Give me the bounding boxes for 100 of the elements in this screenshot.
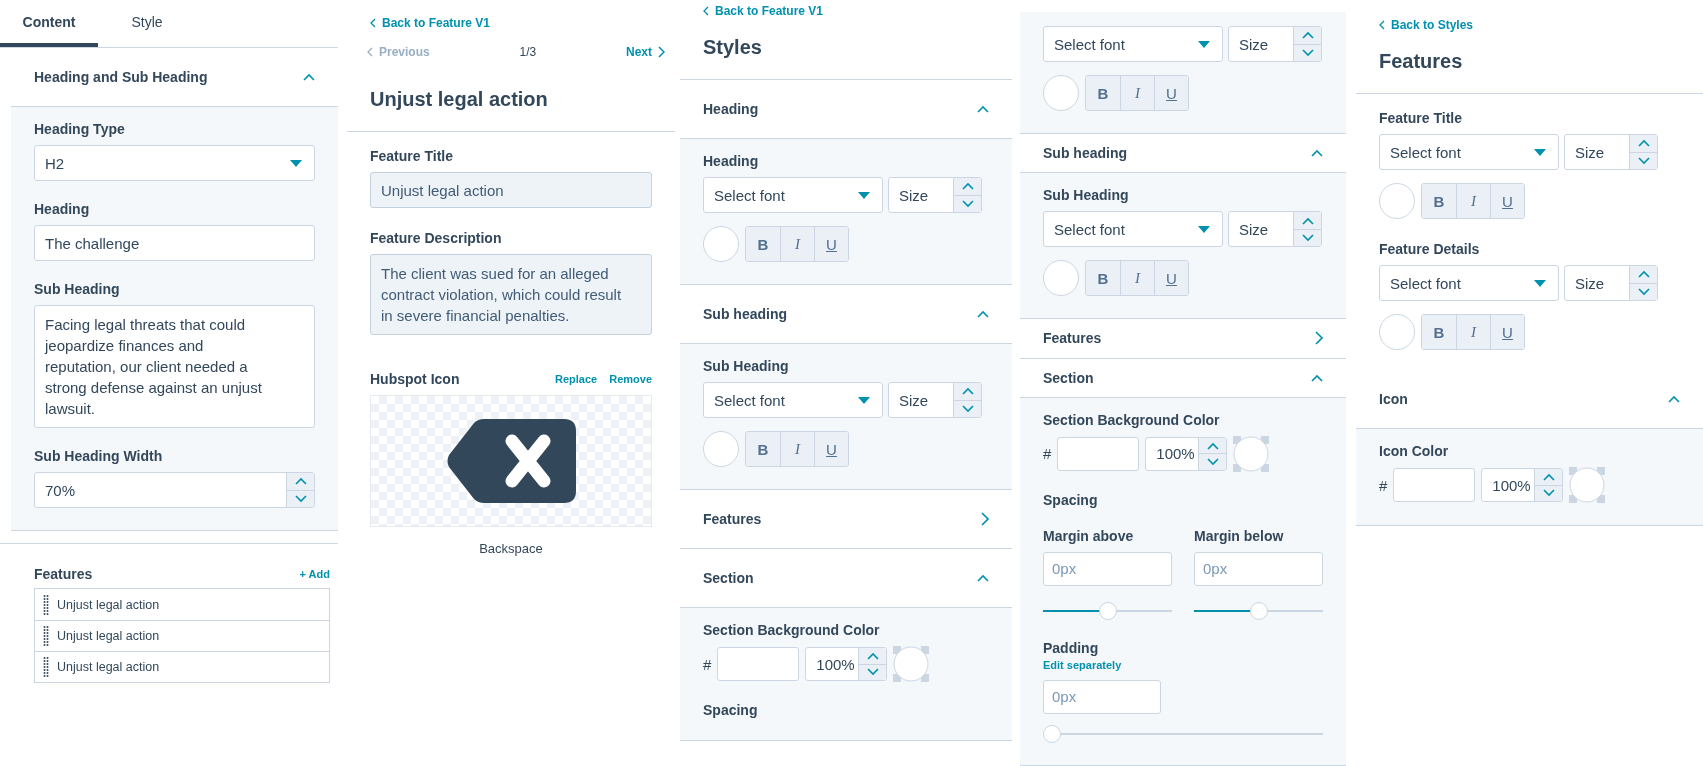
padding-field[interactable]: 0px: [1043, 680, 1161, 714]
chevron-up-icon: [294, 477, 307, 486]
font-dropdown[interactable]: Select font: [703, 382, 883, 418]
size-field[interactable]: Size: [888, 382, 982, 418]
caret-icon: [1534, 279, 1546, 287]
underline-button[interactable]: U: [1154, 261, 1188, 296]
field-label: Icon Color: [1379, 443, 1450, 459]
chevron-down-icon: [1206, 458, 1219, 467]
color-swatch[interactable]: [1569, 467, 1606, 503]
field-label: Heading: [703, 153, 760, 169]
size-field[interactable]: Size: [1228, 26, 1322, 62]
field-label: Features: [34, 566, 93, 582]
increment-button[interactable]: [954, 383, 981, 400]
chevron-up-icon: [1668, 395, 1680, 403]
action-link[interactable]: Replace: [555, 373, 598, 385]
chevron-down-icon: [1301, 48, 1314, 57]
increment-button[interactable]: [859, 648, 887, 664]
underline-button[interactable]: U: [814, 227, 848, 261]
caret-icon: [290, 159, 302, 167]
underline-button[interactable]: U: [814, 432, 848, 466]
font-dropdown[interactable]: Select font: [1379, 134, 1559, 170]
action-link[interactable]: Remove: [609, 373, 652, 385]
italic-button[interactable]: I: [1120, 261, 1154, 296]
next-button[interactable]: Next: [626, 45, 665, 59]
field-label: Sub Heading Width: [34, 448, 164, 464]
increment-button[interactable]: [1535, 469, 1563, 485]
caret-icon: [1198, 225, 1210, 233]
chevron-up-icon: [866, 651, 879, 660]
color-swatch[interactable]: [1379, 183, 1415, 219]
margin-field[interactable]: 0px: [1043, 552, 1172, 586]
field-label: Sub Heading: [1043, 187, 1130, 204]
italic-button[interactable]: I: [780, 432, 814, 466]
underline-button[interactable]: U: [1490, 184, 1524, 218]
font-dropdown[interactable]: Select font: [703, 177, 883, 213]
increment-button[interactable]: [1630, 266, 1657, 283]
chevron-up-icon: [303, 73, 315, 81]
italic-button[interactable]: I: [1456, 184, 1490, 218]
underline-button[interactable]: U: [1154, 76, 1188, 110]
font-dropdown[interactable]: Select font: [1379, 265, 1559, 301]
margin-field[interactable]: 0px: [1194, 552, 1323, 586]
tab[interactable]: Style: [98, 0, 196, 47]
icon-name: Backspace: [478, 541, 544, 556]
hex-field[interactable]: [1393, 468, 1476, 502]
opacity-field[interactable]: 100%: [805, 647, 888, 681]
chevron-left-icon: [1379, 20, 1385, 30]
chevron-left-icon: [367, 47, 373, 57]
color-swatch[interactable]: [1043, 260, 1079, 297]
back-link[interactable]: Back to Feature V1: [715, 4, 824, 18]
bold-button[interactable]: B: [1086, 261, 1120, 296]
size-field[interactable]: Size: [1564, 265, 1658, 301]
opacity-field[interactable]: 100%: [1481, 468, 1564, 502]
bold-button[interactable]: B: [1422, 315, 1456, 349]
underline-button[interactable]: U: [1490, 315, 1524, 349]
field-label: Margin above: [1043, 528, 1135, 544]
drag-handle-icon: [43, 656, 49, 678]
color-swatch[interactable]: [703, 431, 739, 467]
text-area[interactable]: Facing legal threats that could jeopardize finances and reputation, our client needed a strong defense against an unjust lawsuit.: [34, 305, 315, 428]
panel-title: Features: [1356, 34, 1703, 94]
opacity-field[interactable]: 100%: [1145, 437, 1228, 471]
font-dropdown[interactable]: Select font: [1043, 211, 1223, 248]
decrement-button[interactable]: [1199, 453, 1227, 470]
slider-thumb[interactable]: [1098, 602, 1117, 620]
italic-button[interactable]: I: [780, 227, 814, 261]
back-link[interactable]: Back to Feature V1: [382, 16, 491, 30]
color-swatch[interactable]: [703, 226, 739, 262]
color-swatch[interactable]: [893, 646, 930, 682]
size-field[interactable]: Size: [888, 177, 982, 213]
color-swatch[interactable]: [1379, 314, 1415, 350]
italic-button[interactable]: I: [1120, 76, 1154, 110]
field-label: Sub Heading: [34, 281, 121, 297]
chevron-up-icon: [1542, 472, 1555, 481]
number-field[interactable]: 70%: [34, 472, 315, 508]
caret-icon: [858, 396, 870, 404]
increment-button[interactable]: [1294, 212, 1321, 229]
size-field[interactable]: Size: [1564, 134, 1658, 170]
field-label: Feature Details: [1379, 241, 1481, 257]
back-link[interactable]: Back to Styles: [1391, 18, 1474, 32]
bold-button[interactable]: B: [1086, 76, 1120, 110]
bold-button[interactable]: B: [746, 432, 780, 466]
increment-button[interactable]: [1294, 27, 1321, 44]
color-swatch[interactable]: [1043, 75, 1079, 111]
add-link[interactable]: + Add: [299, 568, 330, 580]
increment-button[interactable]: [954, 178, 981, 195]
size-field[interactable]: Size: [1228, 211, 1322, 248]
bold-button[interactable]: B: [746, 227, 780, 261]
color-swatch[interactable]: [1233, 436, 1270, 472]
slider-thumb[interactable]: [1043, 725, 1061, 743]
hex-field[interactable]: [717, 647, 800, 681]
dropdown[interactable]: H2: [34, 145, 315, 181]
slider-thumb[interactable]: [1249, 602, 1268, 620]
increment-button[interactable]: [287, 473, 314, 490]
font-dropdown[interactable]: Select font: [1043, 26, 1223, 62]
chevron-up-icon: [1637, 270, 1650, 279]
increment-button[interactable]: [1630, 135, 1657, 152]
italic-button[interactable]: I: [1456, 315, 1490, 349]
hash-sign: #: [1043, 445, 1052, 463]
increment-button[interactable]: [1199, 438, 1227, 454]
bold-button[interactable]: B: [1422, 184, 1456, 218]
text-field[interactable]: The challenge: [34, 225, 315, 261]
hex-field[interactable]: [1057, 437, 1140, 471]
